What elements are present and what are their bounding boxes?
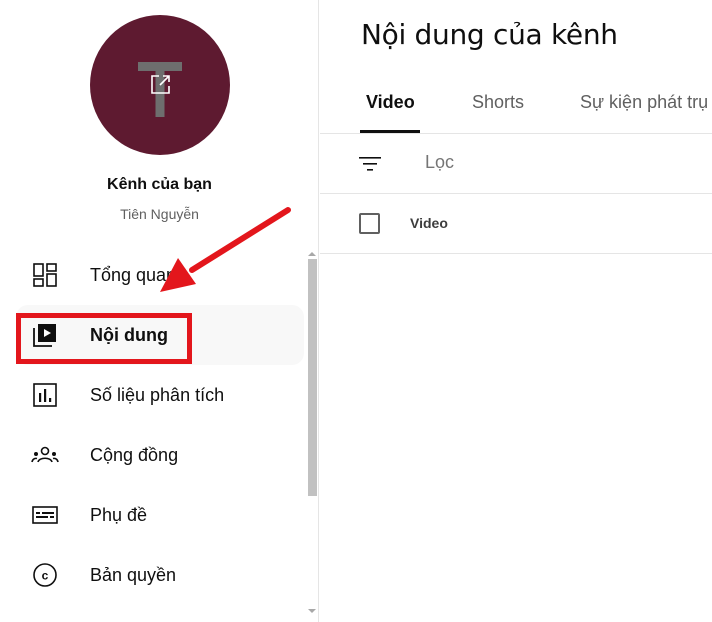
sidebar-item-label: Tổng quan bbox=[90, 264, 177, 285]
tab-shorts[interactable]: Shorts bbox=[472, 92, 524, 113]
community-icon bbox=[30, 440, 60, 470]
channel-title: Kênh của bạn bbox=[107, 176, 212, 193]
scroll-down-arrow-icon[interactable] bbox=[308, 609, 316, 613]
scrollbar-thumb[interactable] bbox=[308, 259, 317, 496]
sidebar-item-subtitles[interactable]: Phụ đề bbox=[16, 485, 304, 545]
filter-icon[interactable] bbox=[358, 152, 382, 176]
external-edit-icon[interactable] bbox=[148, 71, 174, 97]
dashboard-icon bbox=[30, 260, 60, 290]
main-content: Nội dung của kênh Video Shorts Sự kiện p… bbox=[320, 0, 712, 622]
filter-bar bbox=[320, 134, 712, 194]
content-tabs: Video Shorts Sự kiện phát trụ bbox=[320, 82, 712, 134]
subtitles-icon bbox=[30, 500, 60, 530]
sidebar-item-label: Phụ đề bbox=[90, 504, 148, 525]
sidebar-item-content[interactable]: Nội dung bbox=[16, 305, 304, 365]
channel-user-name: Tiên Nguyễn bbox=[120, 206, 199, 222]
tab-video[interactable]: Video bbox=[366, 92, 415, 113]
table-header: Video bbox=[320, 194, 712, 254]
copyright-icon: c bbox=[30, 560, 60, 590]
active-tab-indicator bbox=[360, 130, 420, 133]
sidebar-nav: Tổng quan Nội dung Số liệu phân tích Cộn… bbox=[16, 245, 304, 605]
page-title: Nội dung của kênh bbox=[361, 18, 618, 51]
channel-avatar[interactable] bbox=[90, 15, 230, 155]
sidebar-item-label: Cộng đồng bbox=[90, 444, 179, 465]
svg-text:c: c bbox=[42, 569, 49, 583]
column-header-video[interactable]: Video bbox=[410, 215, 448, 231]
tab-live[interactable]: Sự kiện phát trụ bbox=[580, 92, 708, 113]
sidebar-item-analytics[interactable]: Số liệu phân tích bbox=[16, 365, 304, 425]
filter-input[interactable] bbox=[425, 152, 625, 173]
analytics-icon bbox=[30, 380, 60, 410]
scroll-up-arrow-icon[interactable] bbox=[308, 252, 316, 256]
sidebar-item-overview[interactable]: Tổng quan bbox=[16, 245, 304, 305]
content-icon bbox=[30, 320, 60, 350]
sidebar-scrollbar[interactable] bbox=[306, 252, 318, 617]
select-all-checkbox[interactable] bbox=[359, 213, 380, 234]
sidebar-item-label: Nội dung bbox=[90, 324, 168, 345]
sidebar-item-label: Số liệu phân tích bbox=[90, 384, 225, 405]
sidebar-item-copyright[interactable]: c Bản quyền bbox=[16, 545, 304, 605]
sidebar-item-label: Bản quyền bbox=[90, 564, 177, 585]
sidebar: Kênh của bạn Tiên Nguyễn Tổng quan Nội d… bbox=[0, 0, 319, 622]
sidebar-item-community[interactable]: Cộng đồng bbox=[16, 425, 304, 485]
